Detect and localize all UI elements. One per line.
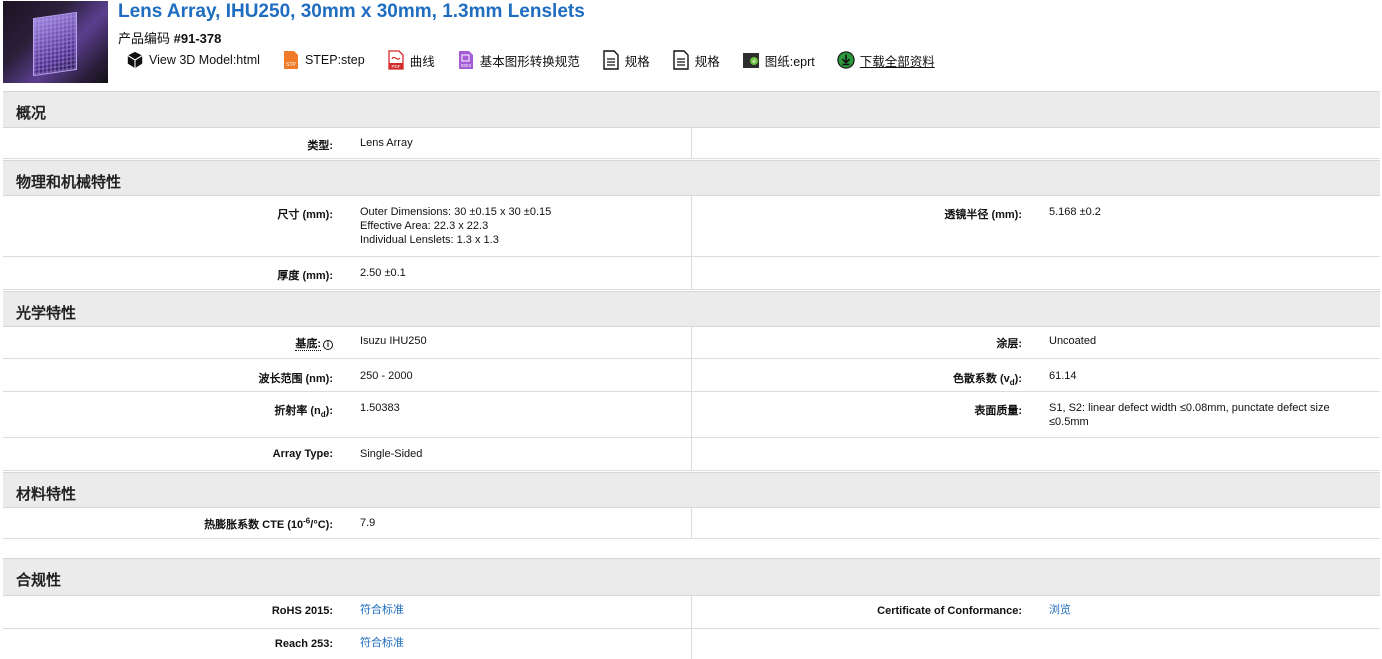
coc-link[interactable]: 浏览 xyxy=(1049,603,1349,617)
index-label: 折射率 (nd): xyxy=(274,405,333,420)
section-material: 材料特性 xyxy=(3,472,1380,508)
type-value: Lens Array xyxy=(360,137,413,149)
spec-link-1[interactable]: 规格 xyxy=(602,50,650,70)
svg-text:STP: STP xyxy=(286,62,296,68)
spec-row: 基底: i Isuzu IHU250 涂层: Uncoated xyxy=(3,327,1380,359)
eprt-drawing-link[interactable]: e 图纸:eprt xyxy=(742,50,815,70)
rohs-link[interactable]: 符合标准 xyxy=(360,603,404,617)
spec-link-2[interactable]: 规格 xyxy=(672,50,720,70)
thickness-value: 2.50 ±0.1 xyxy=(360,267,406,279)
thickness-label: 厚度 (mm): xyxy=(277,270,333,282)
spec-row: Array Type: Single-Sided xyxy=(3,438,1380,471)
pdf-file-icon: PDF xyxy=(387,50,405,70)
download-links: View 3D Model:html STP STEP:step PDF 曲线 … xyxy=(126,48,957,72)
download-all-link[interactable]: 下载全部资料 xyxy=(837,50,935,70)
product-title: Lens Array, IHU250, 30mm x 30mm, 1.3mm L… xyxy=(118,1,585,22)
document-icon xyxy=(602,50,620,70)
coc-label: Certificate of Conformance: xyxy=(877,605,1022,617)
section-optical: 光学特性 xyxy=(3,291,1380,327)
product-code-label: 产品编码 xyxy=(118,31,171,46)
spec-row: 波长范围 (nm): 250 - 2000 色散系数 (vd): 61.14 xyxy=(3,359,1380,392)
iges-file-icon: IGES xyxy=(457,50,475,70)
spec-row: 热膨胀系数 CTE (10-6/°C): 7.9 xyxy=(3,508,1380,539)
product-code-value: #91-378 xyxy=(173,31,222,46)
spec-row: Reach 253: 符合标准 xyxy=(3,629,1380,659)
abbe-value: 61.14 xyxy=(1049,370,1077,382)
coating-label: 涂层: xyxy=(996,338,1022,350)
reach-link[interactable]: 符合标准 xyxy=(360,636,404,650)
product-image xyxy=(3,1,108,83)
surface-quality-label: 表面质量: xyxy=(974,405,1022,417)
section-compliance: 合规性 xyxy=(3,558,1380,596)
eprt-file-icon: e xyxy=(742,50,760,70)
type-label: 类型: xyxy=(307,140,333,152)
spec-row: 尺寸 (mm): Outer Dimensions: 30 ±0.15 x 30… xyxy=(3,196,1380,257)
svg-text:IGES: IGES xyxy=(460,63,471,68)
spec-row: 折射率 (nd): 1.50383 表面质量: S1, S2: linear d… xyxy=(3,392,1380,438)
product-code: 产品编码 #91-378 xyxy=(118,28,221,47)
spec-row: 类型: Lens Array xyxy=(3,128,1380,159)
wavelength-label: 波长范围 (nm): xyxy=(258,373,333,385)
section-overview: 概况 xyxy=(3,91,1380,128)
substrate-value: Isuzu IHU250 xyxy=(360,335,427,347)
view-3d-model-link[interactable]: View 3D Model:html xyxy=(126,50,260,70)
reach-label: Reach 253: xyxy=(274,638,333,650)
array-type-value: Single-Sided xyxy=(360,448,423,460)
section-physical: 物理和机械特性 xyxy=(3,160,1380,196)
coating-value: Uncoated xyxy=(1049,335,1097,347)
index-value: 1.50383 xyxy=(360,402,400,414)
cte-label: 热膨胀系数 CTE (10-6/°C): xyxy=(204,516,333,531)
substrate-label[interactable]: 基底: i xyxy=(295,335,333,351)
radius-label: 透镜半径 (mm): xyxy=(944,209,1022,221)
info-icon[interactable]: i xyxy=(323,340,333,350)
wavelength-value: 250 - 2000 xyxy=(360,370,413,382)
radius-value: 5.168 ±0.2 xyxy=(1049,206,1101,218)
download-all-icon xyxy=(837,50,855,70)
dimensions-label: 尺寸 (mm): xyxy=(277,209,333,221)
curve-pdf-link[interactable]: PDF 曲线 xyxy=(387,50,435,70)
iges-download-link[interactable]: IGES 基本图形转换规范 xyxy=(457,50,580,70)
step-download-link[interactable]: STP STEP:step xyxy=(282,50,365,70)
abbe-label: 色散系数 (vd): xyxy=(952,373,1022,388)
document-icon xyxy=(672,50,690,70)
svg-text:PDF: PDF xyxy=(391,64,400,69)
step-file-icon: STP xyxy=(282,50,300,70)
cube-icon xyxy=(126,50,144,70)
spec-row: 厚度 (mm): 2.50 ±0.1 xyxy=(3,257,1380,290)
cte-value: 7.9 xyxy=(360,517,376,529)
spec-row: RoHS 2015: 符合标准 Certificate of Conforman… xyxy=(3,596,1380,629)
product-header: Lens Array, IHU250, 30mm x 30mm, 1.3mm L… xyxy=(0,0,1382,90)
surface-quality-value: S1, S2: linear defect width ≤0.08mm, pun… xyxy=(1049,402,1330,428)
array-type-label: Array Type: xyxy=(272,448,333,460)
rohs-label: RoHS 2015: xyxy=(271,605,333,617)
dimensions-value: Outer Dimensions: 30 ±0.15 x 30 ±0.15 Ef… xyxy=(360,206,552,246)
